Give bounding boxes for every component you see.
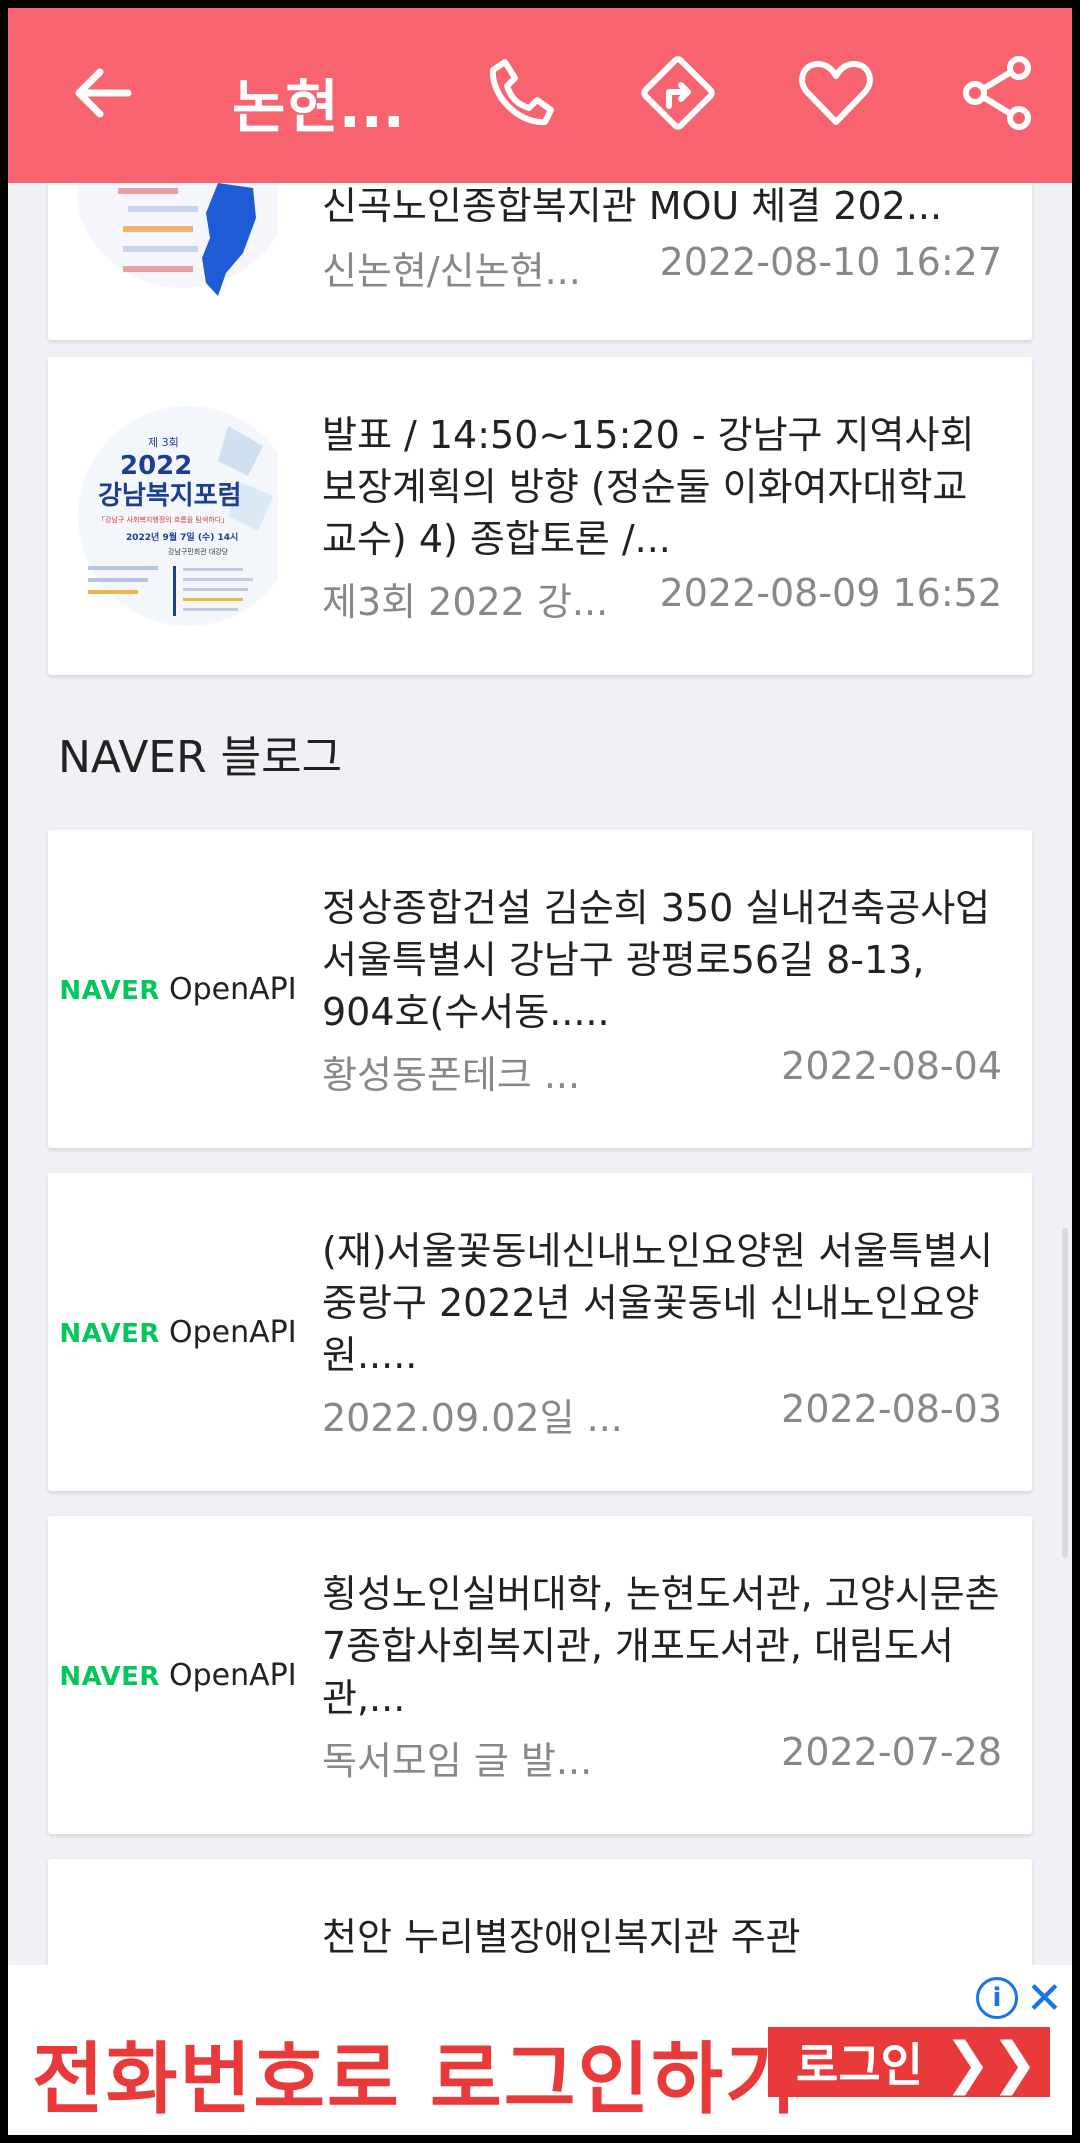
card-title: 정상종합건설 김순희 350 실내건축공사업 서울특별시 강남구 광평로56길 … [322, 886, 991, 1034]
result-card[interactable]: NAVER OpenAPI 정상종합건설 김순희 350 실내건축공사업 서울특… [48, 830, 1032, 1148]
card-date: 2022-07-28 [781, 1730, 1002, 1774]
ad-button-label: 로그인 [796, 2038, 923, 2092]
ad-text: 전화번호로 로그인하기 [32, 2035, 799, 2125]
card-title: (재)서울꽃동네신내노인요양원 서울특별시 중랑구 2022년 서울꽃동네 신내… [322, 1229, 994, 1377]
naver-product: OpenAPI [169, 971, 297, 1007]
card-source: 황성동폰테크 ... [322, 1053, 581, 1097]
favorite-button[interactable] [786, 43, 886, 143]
back-arrow-icon [75, 68, 132, 118]
card-meta: 독서모임 글 발... 2022-07-28 [322, 1730, 1002, 1785]
card-source: 신논현/신논현... [322, 249, 581, 293]
results-list[interactable]: 신곡노인종합복지관 MOU 체결 202... 신논현/신논현... 2022-… [8, 8, 1072, 2135]
share-icon [963, 56, 1031, 130]
card-meta: 2022.09.02일 ... 2022-08-03 [322, 1387, 1002, 1442]
card-source: 2022.09.02일 ... [322, 1396, 623, 1440]
thumb-when-text: 2022년 9월 7일 (수) 14시 [126, 531, 238, 543]
card-date: 2022-08-04 [781, 1044, 1002, 1088]
directions-button[interactable] [628, 43, 728, 143]
result-card[interactable]: NAVER OpenAPI 횡성노인실버대학, 논현도서관, 고양시문촌7종합사… [48, 1516, 1032, 1834]
thumb-where-text: 강남구민회관 대강당 [168, 547, 229, 556]
naver-openapi-logo: NAVER OpenAPI [59, 879, 296, 1099]
card-meta: 황성동폰테크 ... 2022-08-04 [322, 1044, 1002, 1099]
card-date: 2022-08-09 16:52 [659, 571, 1002, 615]
card-meta: 신논현/신논현... 2022-08-10 16:27 [322, 240, 1002, 295]
card-thumbnail [78, 178, 278, 298]
naver-openapi-logo: NAVER OpenAPI [59, 1565, 296, 1785]
card-date: 2022-08-10 16:27 [659, 240, 1002, 284]
ad-login-button[interactable]: 로그인 ❯❯ [768, 2027, 1050, 2097]
card-source: 제3회 2022 강... [322, 580, 609, 624]
ad-info-icon[interactable]: i [976, 1977, 1018, 2019]
page-title: 논현... [232, 73, 405, 141]
thumb-name-text: 강남복지포럼 [98, 481, 242, 511]
card-title: 발표 / 14:50~15:20 - 강남구 지역사회보장계획의 방향 (정순둘… [322, 413, 975, 561]
card-title: 횡성노인실버대학, 논현도서관, 고양시문촌7종합사회복지관, 개포도서관, 대… [322, 1572, 1000, 1720]
result-card[interactable]: NAVER OpenAPI (재)서울꽃동네신내노인요양원 서울특별시 중랑구 … [48, 1173, 1032, 1491]
back-button[interactable] [53, 43, 153, 143]
naver-product: OpenAPI [169, 1657, 297, 1693]
screen: 신곡노인종합복지관 MOU 체결 202... 신논현/신논현... 2022-… [8, 8, 1072, 2135]
section-title: NAVER 블로그 [58, 732, 343, 783]
close-icon[interactable]: ✕ [1026, 1973, 1063, 2024]
card-meta: 제3회 2022 강... 2022-08-09 16:52 [322, 571, 1002, 626]
card-title: 신곡노인종합복지관 MOU 체결 202... [322, 184, 943, 228]
call-button[interactable] [470, 43, 570, 143]
thumb-tagline-text: 「강남구 사회복지행정의 흐름을 탐색하다」 [98, 515, 228, 524]
card-source: 독서모임 글 발... [322, 1739, 593, 1783]
heart-icon [799, 61, 873, 125]
naver-brand: NAVER [59, 975, 160, 1006]
naver-brand: NAVER [59, 1661, 160, 1692]
thumb-year-text: 2022 [120, 451, 192, 481]
top-app-bar: 논현... [8, 8, 1072, 183]
scrollbar[interactable] [1062, 1228, 1068, 1558]
phone-icon [489, 59, 554, 126]
double-chevron-right-icon: ❯❯ [944, 2031, 1038, 2096]
ad-banner[interactable]: i ✕ 전화번호로 로그인하기 로그인 ❯❯ [8, 1965, 1072, 2135]
card-thumbnail: 제 3회 2022 강남복지포럼 「강남구 사회복지행정의 흐름을 탐색하다」 … [78, 406, 278, 626]
directions-icon [641, 56, 715, 130]
thumb-top-text: 제 3회 [148, 436, 179, 449]
naver-openapi-logo: NAVER OpenAPI [59, 1222, 296, 1442]
naver-brand: NAVER [59, 1318, 160, 1349]
naver-product: OpenAPI [169, 1314, 297, 1350]
card-date: 2022-08-03 [781, 1387, 1002, 1431]
share-button[interactable] [948, 43, 1048, 143]
card-title: 천안 누리별장애인복지관 주관 [322, 1915, 801, 1959]
result-card[interactable]: 제 3회 2022 강남복지포럼 「강남구 사회복지행정의 흐름을 탐색하다」 … [48, 357, 1032, 675]
